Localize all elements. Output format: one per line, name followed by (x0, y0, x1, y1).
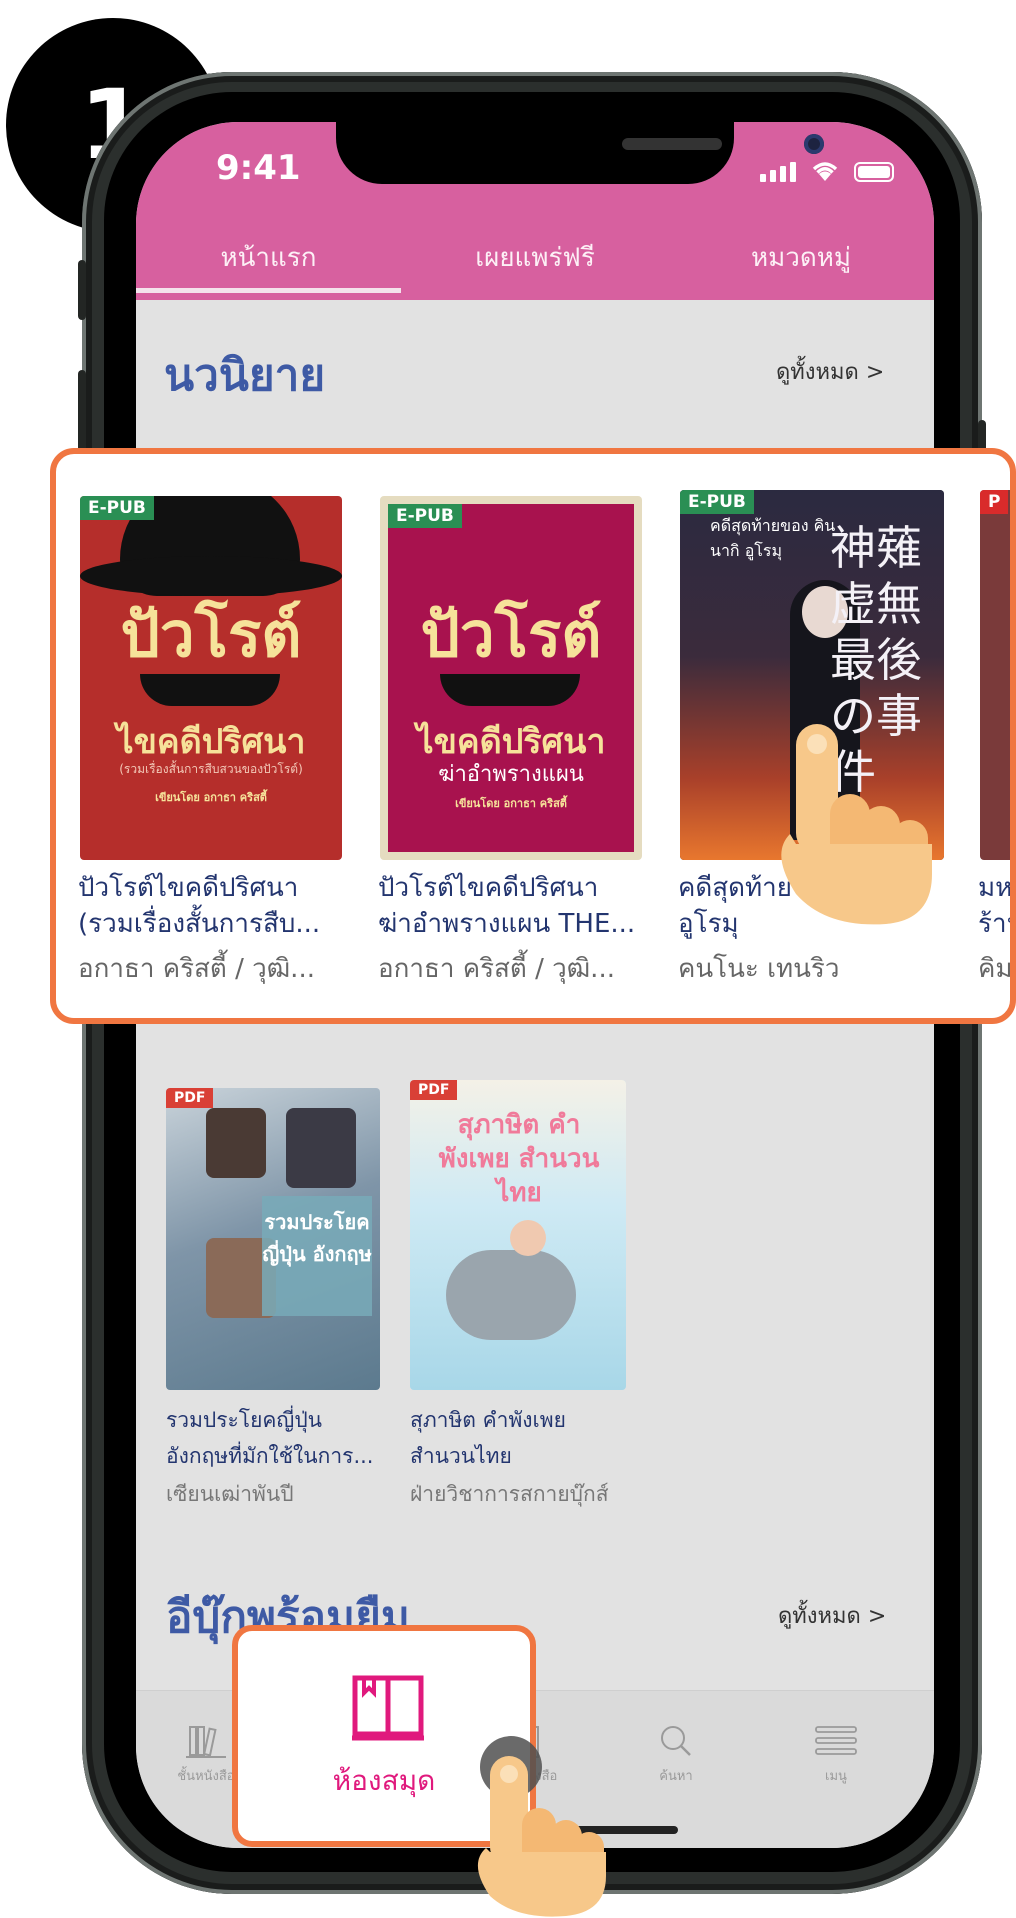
tab-categories[interactable]: หมวดหมู่ (668, 230, 934, 300)
tap-hand-icon (477, 1756, 606, 1917)
mute-switch (78, 260, 86, 320)
book-title-line2[interactable]: สำนวนไทย (410, 1438, 512, 1474)
book-title[interactable]: มห (978, 870, 1010, 906)
book-author: เซียนเฒ่าพันปี (166, 1482, 294, 1506)
active-tab-indicator (136, 288, 401, 293)
epub-badge: E-PUB (80, 496, 154, 520)
book-title[interactable]: รวมประโยคญี่ปุ่น (166, 1402, 322, 1438)
book-title-line2[interactable]: (รวมเรื่องสั้นการสืบ... (78, 906, 320, 942)
notch (336, 122, 824, 184)
book-cover-poirot-2[interactable]: ปัวโรต์ ไขคดีปริศนา ฆ่าอำพรางแผน เขียนโด… (380, 496, 642, 860)
cover-note: (รวมเรื่องสั้นการสืบสวนของปัวโรต์) (119, 762, 303, 776)
book-title-line2[interactable]: ฆ่าอำพรางแผน THE... (378, 906, 635, 942)
highlighted-novels-row: ปัวโรต์ ไขคดีปริศนา (รวมเรื่องสั้นการสืบ… (50, 448, 1016, 1024)
book-author: อกาธา คริสตี้ / วุฒิ... (378, 954, 615, 984)
battery-icon (854, 162, 894, 182)
cover-title: ปัวโรต์ (420, 598, 602, 671)
section-title-novels: นวนิยาย (164, 350, 326, 401)
book-title-line2[interactable]: อังกฤษที่มักใช้ในการ... (166, 1438, 373, 1474)
tabbar-search[interactable]: ค้นหา (616, 1721, 736, 1786)
menu-icon (815, 1726, 857, 1755)
wifi-icon (812, 162, 838, 181)
book-cover-thai-proverbs[interactable]: สุภาษิต คำพังเพย สำนวนไทย PDF (410, 1080, 626, 1390)
book-title[interactable]: ปัวโรต์ไขคดีปริศนา (378, 870, 598, 906)
book-title-line2[interactable]: ร้าน (978, 906, 1010, 942)
badge: P (980, 490, 1009, 514)
book-title-line2[interactable]: อูโรมุ (678, 906, 739, 942)
tab-free[interactable]: เผยแพร่ฟรี (402, 230, 668, 300)
status-time: 9:41 (216, 148, 301, 188)
epub-badge: E-PUB (388, 504, 462, 528)
cover-text: สุภาษิต คำพังเพย สำนวนไทย (438, 1110, 600, 1208)
tap-hand-icon (781, 724, 932, 925)
speaker-grille (622, 138, 722, 150)
cover-author: เขียนโดย อกาธา คริสตี้ (155, 791, 267, 804)
tabbar-menu[interactable]: เมนู (776, 1721, 896, 1786)
cover-title: ปัวโรต์ (120, 598, 302, 671)
book-author: คนโนะ เทนริว (678, 954, 840, 984)
book-cover-partial[interactable]: P (980, 490, 1010, 860)
epub-badge: E-PUB (680, 490, 754, 514)
signal-icon (760, 162, 796, 182)
cover-note: ฆ่าอำพรางแผน (438, 762, 584, 787)
cover-author: เขียนโดย อกาธา คริสตี้ (455, 797, 567, 810)
status-icons (760, 158, 894, 182)
tabbar-label: ค้นหา (659, 1769, 693, 1784)
bookshelf-icon (186, 1726, 226, 1758)
see-all-novels-link[interactable]: ดูทั้งหมด > (776, 354, 884, 389)
book-cover-japanese-english[interactable]: รวมประโยค ญี่ปุ่น อังกฤษ PDF (166, 1088, 380, 1390)
cover-text: รวมประโยค ญี่ปุ่น อังกฤษ (262, 1196, 372, 1316)
book-author: คิม (978, 954, 1013, 984)
book-title[interactable]: ปัวโรต์ไขคดีปริศนา (78, 870, 298, 906)
book-title[interactable]: สุภาษิต คำพังเพย (410, 1402, 566, 1438)
book-author: อกาธา คริสตี้ / วุฒิ... (78, 954, 315, 984)
front-camera (804, 134, 824, 154)
pdf-badge: PDF (410, 1080, 458, 1100)
book-cover-poirot-1[interactable]: ปัวโรต์ ไขคดีปริศนา (รวมเรื่องสั้นการสืบ… (80, 496, 342, 860)
search-icon (661, 1726, 691, 1756)
book-author: ฝ่ายวิชาการสกายบุ๊กส์ (410, 1482, 609, 1506)
library-icon (352, 1675, 424, 1741)
pdf-badge: PDF (166, 1088, 214, 1108)
tabbar-label: เมนู (825, 1769, 847, 1784)
see-all-rental-link[interactable]: ดูทั้งหมด > (778, 1598, 886, 1633)
